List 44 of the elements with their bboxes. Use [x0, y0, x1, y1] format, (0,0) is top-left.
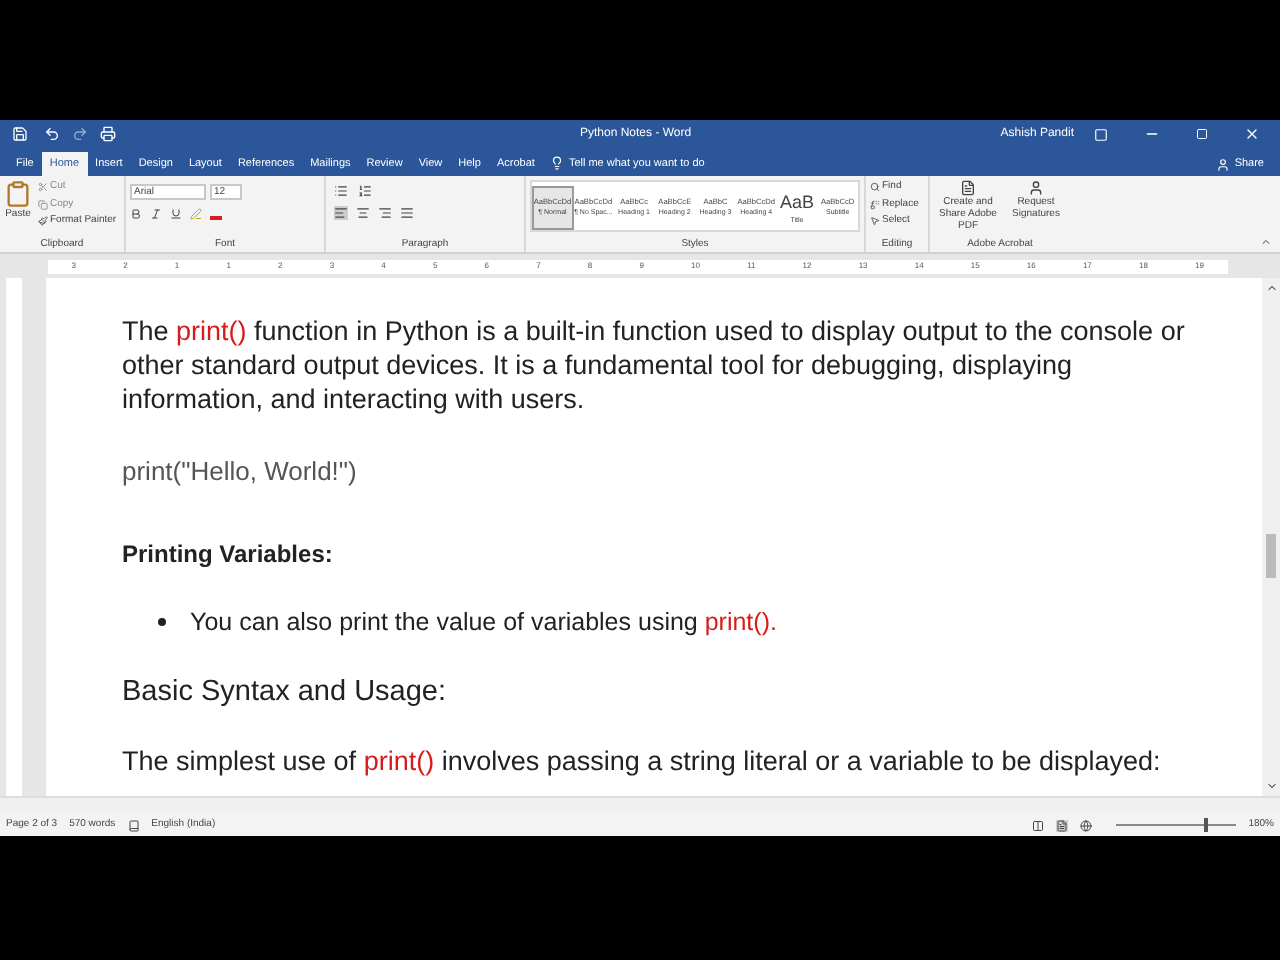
print-icon[interactable] [100, 126, 116, 142]
horizontal-scrollbar[interactable] [0, 796, 1280, 814]
underline-icon[interactable] [170, 208, 182, 220]
scroll-down-icon[interactable] [1265, 780, 1277, 792]
numbering-icon[interactable] [358, 184, 372, 198]
scissors-icon [38, 182, 48, 193]
close-icon[interactable] [1244, 126, 1260, 142]
bold-icon[interactable] [130, 208, 142, 220]
collapse-ribbon-icon[interactable] [1260, 236, 1272, 248]
ribbon-display-icon[interactable] [1094, 127, 1108, 141]
web-layout-icon[interactable] [1080, 819, 1093, 831]
vertical-scrollbar[interactable] [1262, 278, 1280, 796]
paintbrush-icon [38, 216, 48, 227]
replace-icon [870, 199, 880, 210]
proofing-icon [127, 819, 140, 831]
align-center-icon[interactable] [356, 206, 370, 220]
justify-icon[interactable] [400, 206, 414, 220]
save-icon[interactable] [12, 126, 28, 142]
maximize-icon[interactable] [1196, 128, 1208, 140]
person-icon [1028, 180, 1044, 196]
scroll-thumb[interactable] [1266, 534, 1276, 578]
undo-icon[interactable] [44, 126, 60, 142]
search-icon [870, 182, 880, 193]
print-layout-icon[interactable] [1056, 819, 1069, 831]
bullets-icon[interactable] [334, 184, 348, 198]
person-icon [1216, 157, 1231, 171]
heading: Basic Syntax and Usage: [122, 674, 449, 713]
italic-icon[interactable] [150, 208, 162, 220]
clipboard-icon [4, 180, 32, 208]
read-mode-icon[interactable] [1032, 819, 1045, 831]
bullet-text: You can also print the value of variables using print(). [190, 605, 777, 640]
pointer-icon [870, 216, 880, 227]
document-icon [960, 180, 976, 196]
code-line: print("Hello, World!") [122, 454, 359, 490]
align-left-icon[interactable] [334, 206, 348, 220]
bullet-icon [158, 617, 166, 626]
copy-icon [38, 199, 48, 210]
subheading: Printing Variables: [122, 537, 335, 571]
paragraph: The simplest use of print() involves passing a string literal or a variable to be displayed: [122, 744, 1163, 778]
align-right-icon[interactable] [378, 206, 392, 220]
zoom-thumb[interactable] [1203, 818, 1208, 832]
scroll-up-icon[interactable] [1265, 282, 1277, 294]
paragraph: The print() function in Python is a built-in function used to display output to the console or other standard output devices. It is a fundamental tool for debugging, displaying information, and interacting with users. [122, 314, 1186, 416]
lightbulb-icon [550, 156, 565, 170]
